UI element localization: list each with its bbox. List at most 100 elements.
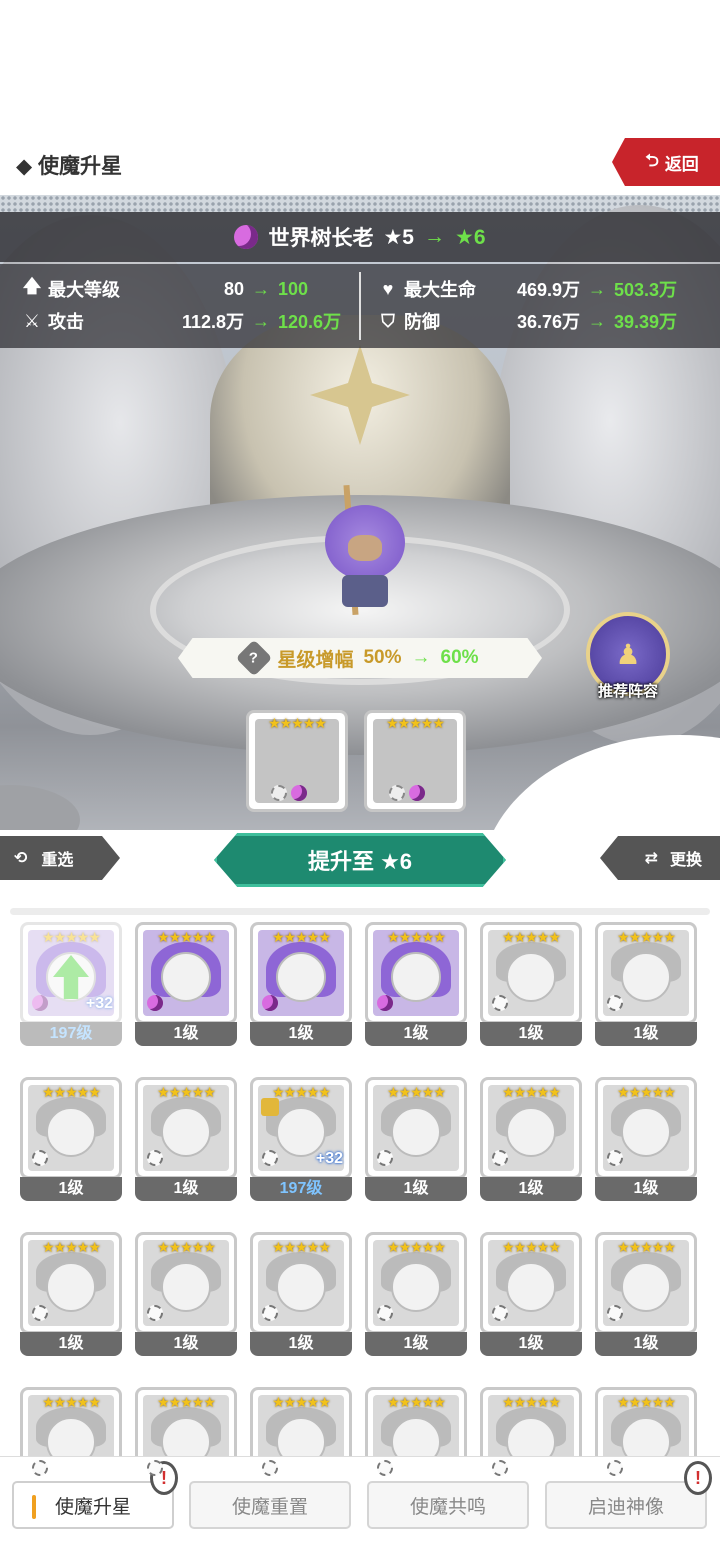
return-icon: ⮌ xyxy=(645,150,659,170)
hero-card[interactable]: ★★★★★ 1级 xyxy=(250,1232,352,1356)
hero-card[interactable]: ★★★★★ 1级 xyxy=(480,922,582,1046)
sun-icon xyxy=(262,1305,278,1321)
star-rating: ★★★★★ xyxy=(272,1239,331,1255)
card-level: 1级 xyxy=(20,1177,122,1201)
star-rating: ★★★★★ xyxy=(42,1394,101,1410)
lock-icon xyxy=(261,1098,279,1116)
plus-badge: +32 xyxy=(315,1150,343,1167)
hero-card[interactable]: ★★★★★ +32 197级 xyxy=(250,1077,352,1201)
star-rating: ★★★★★ xyxy=(42,1084,101,1100)
tab-reset[interactable]: 使魔重置 xyxy=(189,1481,351,1529)
star-rating: ★★★★★ xyxy=(387,1239,446,1255)
moon-icon xyxy=(377,995,393,1011)
card-level: 1级 xyxy=(135,1332,237,1356)
stat-defense: ⛉ 防御 36.76万 → 39.39万 xyxy=(378,306,677,336)
moon-icon xyxy=(409,785,425,801)
star-rating: ★★★★★ xyxy=(617,1394,676,1410)
card-level: 1级 xyxy=(135,1177,237,1201)
card-level: 197级 xyxy=(20,1022,122,1046)
hero-card[interactable]: ★★★★★ 1级 xyxy=(480,1232,582,1356)
hero-card[interactable]: ★★★★★ 1级 xyxy=(595,1232,697,1356)
sword-icon: ⚔ xyxy=(23,310,41,331)
star-rating: ★★★★★ xyxy=(502,1084,561,1100)
card-level: 197级 xyxy=(250,1177,352,1201)
star-rating: ★★★★★ xyxy=(272,1394,331,1410)
sun-icon xyxy=(492,1305,508,1321)
moon-element-icon xyxy=(234,225,259,249)
question-icon[interactable]: ? xyxy=(236,639,273,677)
hero-card[interactable]: ★★★★★ 1级 xyxy=(250,922,352,1046)
hero-card[interactable]: ★★★★★ 1级 xyxy=(595,922,697,1046)
recommend-team-button[interactable]: ♟ 推荐阵容 xyxy=(583,612,673,702)
star-rating: ★★★★★ xyxy=(502,1394,561,1410)
boost-label: 星级增幅 xyxy=(277,649,354,671)
hero-card[interactable]: ★★★★★ 1级 xyxy=(20,1077,122,1201)
card-level: 1级 xyxy=(20,1332,122,1356)
card-level: 1级 xyxy=(250,1332,352,1356)
stat-attack: ⚔ 攻击 112.8万 → 120.6万 xyxy=(23,310,342,333)
hero-card[interactable]: ★★★★★ 1级 xyxy=(20,1232,122,1356)
sun-icon xyxy=(492,995,508,1011)
sun-icon xyxy=(607,1460,623,1476)
tab-resonance[interactable]: 使魔共鸣 xyxy=(367,1481,529,1529)
hero-card[interactable]: ★★★★★ 1级 xyxy=(365,1232,467,1356)
hero-card[interactable]: ★★★★★ 1级 xyxy=(595,1077,697,1201)
tab-star-upgrade[interactable]: 使魔升星 xyxy=(12,1481,174,1529)
star-rating: ★★★★★ xyxy=(617,1084,676,1100)
back-label: 返回 xyxy=(664,154,699,174)
star-to: ★6 xyxy=(455,225,486,249)
arrow: → xyxy=(424,225,445,248)
stat-max-level: 🡅 最大等级 80 → 100 xyxy=(22,274,308,304)
star-rating: ★★★★★ xyxy=(386,715,445,731)
material-slot[interactable]: ★★★★★ xyxy=(364,710,466,812)
hero-card[interactable]: ★★★★★ 1级 xyxy=(135,1232,237,1356)
sun-icon xyxy=(147,1460,163,1476)
star-rating: ★★★★★ xyxy=(157,1084,216,1100)
stat-panel: 🡅 最大等级 80 → 100 ⚔ 攻击 112.8万 → 120.6万 ♥ 最… xyxy=(0,264,720,348)
star-rating: ★★★★★ xyxy=(502,929,561,945)
up-arrow-icon: 🡅 xyxy=(22,276,42,296)
boost-arrow: → xyxy=(411,647,431,668)
hero-name: 世界树长老 xyxy=(268,227,374,250)
hero-name-banner: 世界树长老 ★5 → ★6 xyxy=(0,212,720,262)
swap-button[interactable]: ⇄ 更换 xyxy=(600,836,720,880)
hero-card[interactable]: ★★★★★ 1级 xyxy=(480,1077,582,1201)
hero-card[interactable]: ★★★★★ 1级 xyxy=(365,1077,467,1201)
hero-card[interactable]: ★★★★★ +32 197级 xyxy=(20,922,122,1046)
upgrade-button[interactable]: 提升至 ★6 xyxy=(214,833,506,887)
sun-icon xyxy=(607,1305,623,1321)
moon-icon xyxy=(32,995,48,1011)
plus-badge: +32 xyxy=(85,995,113,1012)
back-button[interactable]: ⮌ 返回 xyxy=(612,138,720,186)
boost-from: 50% xyxy=(363,647,402,668)
sun-icon xyxy=(607,1150,623,1166)
star-rating: ★★★★★ xyxy=(157,1394,216,1410)
reselect-button[interactable]: ⟲ 重选 xyxy=(0,836,120,880)
top-blank-area xyxy=(0,0,720,140)
hero-card[interactable]: ★★★★★ 1级 xyxy=(365,922,467,1046)
swap-icon: ⇄ xyxy=(644,850,658,867)
sun-icon xyxy=(492,1150,508,1166)
sun-icon xyxy=(32,1305,48,1321)
stat-divider xyxy=(359,272,361,340)
card-level: 1级 xyxy=(365,1177,467,1201)
hero-card[interactable]: ★★★★★ 1级 xyxy=(135,922,237,1046)
sun-icon xyxy=(492,1460,508,1476)
star-rating: ★★★★★ xyxy=(157,929,216,945)
star-rating: ★★★★★ xyxy=(42,929,101,945)
card-level: 1级 xyxy=(135,1022,237,1046)
hero-card[interactable]: ★★★★★ 1级 xyxy=(135,1077,237,1201)
material-slot[interactable]: ★★★★★ xyxy=(246,710,348,812)
star-rating: ★★★★★ xyxy=(387,929,446,945)
moon-icon xyxy=(291,785,307,801)
alert-icon: ! xyxy=(684,1461,712,1495)
moon-icon xyxy=(147,995,163,1011)
tab-statue[interactable]: 启迪神像 xyxy=(545,1481,707,1529)
card-level: 1级 xyxy=(595,1332,697,1356)
moon-icon xyxy=(262,995,278,1011)
sun-icon xyxy=(377,1150,393,1166)
star-from: ★5 xyxy=(383,225,414,249)
sun-icon xyxy=(32,1150,48,1166)
sun-icon xyxy=(147,1305,163,1321)
card-level: 1级 xyxy=(365,1332,467,1356)
